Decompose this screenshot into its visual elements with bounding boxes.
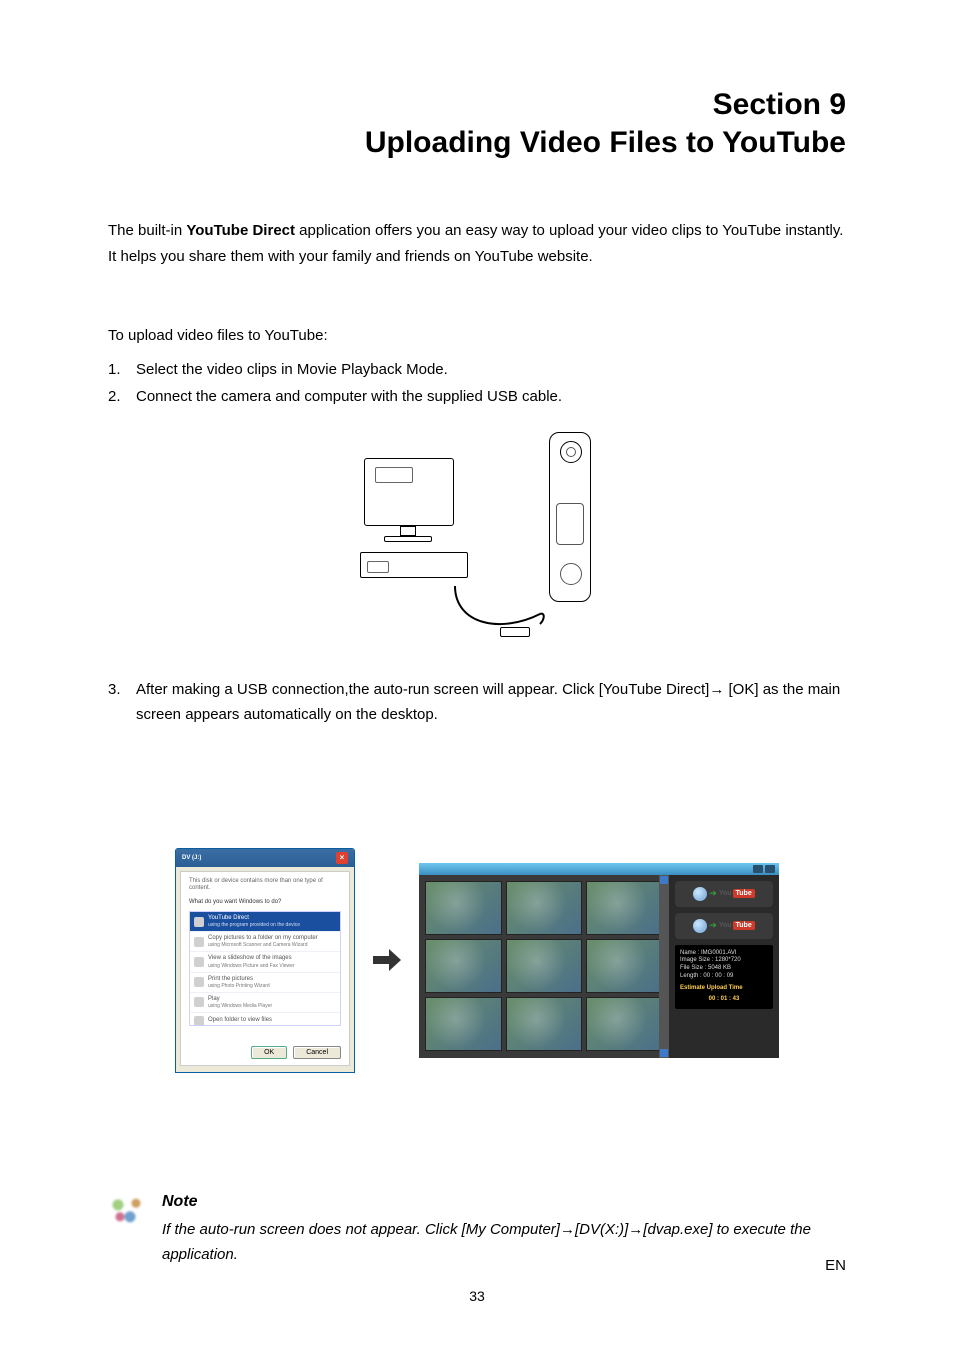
video-thumbnail[interactable] (506, 881, 583, 935)
upload-all-button[interactable]: ➔ YouTube (675, 913, 773, 939)
meta-length: Length : 00 : 00 : 09 (680, 973, 768, 981)
opt-label: YouTube Direct (208, 915, 249, 921)
video-thumbnail[interactable] (506, 997, 583, 1051)
youtube-badge: YouTube (719, 921, 755, 930)
option-copy-pictures[interactable]: Copy pictures to a folder on my computer… (190, 932, 340, 952)
meta-file-size: File Size : 5048 KB (680, 965, 768, 973)
scroll-up-icon[interactable] (660, 876, 668, 884)
note-text: If the auto-run screen does not appear. … (162, 1217, 846, 1268)
opt-label: Print the pictures (208, 976, 253, 982)
step-2-text: Connect the camera and computer with the… (136, 384, 562, 410)
autorun-dialog: DV (J:) × This disk or device contains m… (175, 848, 355, 1073)
dialog-body: This disk or device contains more than o… (180, 871, 350, 1066)
print-icon (194, 977, 204, 987)
meta-eta-value: 00 : 01 : 43 (680, 996, 768, 1004)
scroll-down-icon[interactable] (660, 1049, 668, 1057)
note-icon (108, 1193, 148, 1227)
opt-sub: using the program provided on the device (208, 922, 300, 928)
globe-icon (693, 919, 707, 933)
slideshow-icon (194, 957, 204, 967)
video-thumbnail[interactable] (586, 939, 663, 993)
step-1: 1. Select the video clips in Movie Playb… (108, 357, 846, 383)
lead-line: To upload video files to YouTube: (108, 323, 846, 349)
video-thumbnail[interactable] (506, 939, 583, 993)
minimize-icon[interactable] (753, 865, 763, 873)
intro-bold: YouTube Direct (186, 222, 295, 239)
scrollbar[interactable] (659, 875, 669, 1058)
arrow-right-icon (373, 949, 401, 971)
option-youtube-direct[interactable]: YouTube Directusing the program provided… (190, 912, 340, 932)
arrow-icon: ➔ (709, 920, 717, 931)
scanner-icon (194, 937, 204, 947)
dialog-title-text: DV (J:) (182, 855, 201, 861)
ok-button[interactable]: OK (251, 1046, 287, 1059)
intro-pre: The built-in (108, 222, 186, 239)
page-number: 33 (0, 1288, 954, 1304)
steps-list: 1. Select the video clips in Movie Playb… (108, 357, 846, 410)
yt-you: You (719, 922, 732, 929)
video-thumbnail[interactable] (425, 997, 502, 1051)
video-thumbnail[interactable] (425, 881, 502, 935)
meta-image-size: Image Size : 1280*720 (680, 957, 768, 965)
opt-label: Open folder to view files (208, 1017, 272, 1023)
folder-icon (194, 1016, 204, 1026)
video-thumbnail[interactable] (586, 997, 663, 1051)
youtube-badge: YouTube (719, 889, 755, 898)
app-titlebar (419, 863, 779, 875)
opt-sub: using Windows Picture and Fax Viewer (208, 963, 295, 969)
step-2: 2. Connect the camera and computer with … (108, 384, 846, 410)
autorun-icon (194, 917, 204, 927)
play-icon (194, 997, 204, 1007)
meta-eta-label: Estimate Upload Time (680, 985, 768, 993)
yt-tube: Tube (733, 889, 755, 898)
step-3-text: After making a USB connection,the auto-r… (136, 677, 846, 728)
opt-sub: using Microsoft Scanner and Camera Wizar… (208, 942, 318, 948)
step-2-number: 2. (108, 384, 136, 410)
opt-label: Play (208, 996, 220, 1002)
video-metadata: Name : IMG0001.AVI Image Size : 1280*720… (675, 945, 773, 1010)
dialog-message: This disk or device contains more than o… (189, 878, 341, 894)
option-open-folder[interactable]: Open folder to view files (190, 1013, 340, 1026)
opt-sub: using Photo Printing Wizard (208, 983, 270, 989)
maximize-icon[interactable] (765, 865, 775, 873)
option-play[interactable]: Playusing Windows Media Player (190, 993, 340, 1013)
upload-selected-button[interactable]: ➔ YouTube (675, 881, 773, 907)
yt-you: You (719, 890, 732, 897)
meta-name: Name : IMG0001.AVI (680, 950, 768, 958)
opt-label: Copy pictures to a folder on my computer (208, 935, 318, 941)
opt-label: View a slideshow of the images (208, 955, 292, 961)
arrow-icon: ➔ (709, 888, 717, 899)
opt-sub: using Windows Media Player (208, 1003, 272, 1009)
globe-icon (693, 887, 707, 901)
video-thumbnail[interactable] (586, 881, 663, 935)
cancel-button[interactable]: Cancel (293, 1046, 341, 1059)
figure-screenshots-row: DV (J:) × This disk or device contains m… (108, 848, 846, 1073)
yt-tube: Tube (733, 921, 755, 930)
option-print[interactable]: Print the picturesusing Photo Printing W… (190, 973, 340, 993)
step-1-text: Select the video clips in Movie Playback… (136, 357, 448, 383)
note-block: Note If the auto-run screen does not app… (108, 1193, 846, 1268)
video-thumbnail-grid (419, 875, 669, 1058)
close-icon[interactable]: × (336, 852, 348, 864)
step-3-number: 3. (108, 677, 136, 728)
video-thumbnail[interactable] (425, 939, 502, 993)
dialog-question: What do you want Windows to do? (189, 899, 341, 905)
step-1-number: 1. (108, 357, 136, 383)
intro-paragraph: The built-in YouTube Direct application … (108, 218, 846, 269)
language-indicator: EN (825, 1257, 846, 1274)
youtube-direct-app: ➔ YouTube ➔ YouTube Name : IMG0001.AVI I… (419, 863, 779, 1058)
section-number: Section 9 (108, 88, 846, 122)
note-title: Note (162, 1193, 846, 1211)
dialog-option-list[interactable]: YouTube Directusing the program provided… (189, 911, 341, 1026)
dialog-titlebar: DV (J:) × (176, 849, 354, 867)
option-slideshow[interactable]: View a slideshow of the images using Wind… (190, 952, 340, 972)
page-title: Uploading Video Files to YouTube (108, 126, 846, 160)
figure-camera-computer (360, 432, 595, 647)
app-sidebar: ➔ YouTube ➔ YouTube Name : IMG0001.AVI I… (669, 875, 779, 1058)
step-3: 3. After making a USB connection,the aut… (108, 677, 846, 728)
